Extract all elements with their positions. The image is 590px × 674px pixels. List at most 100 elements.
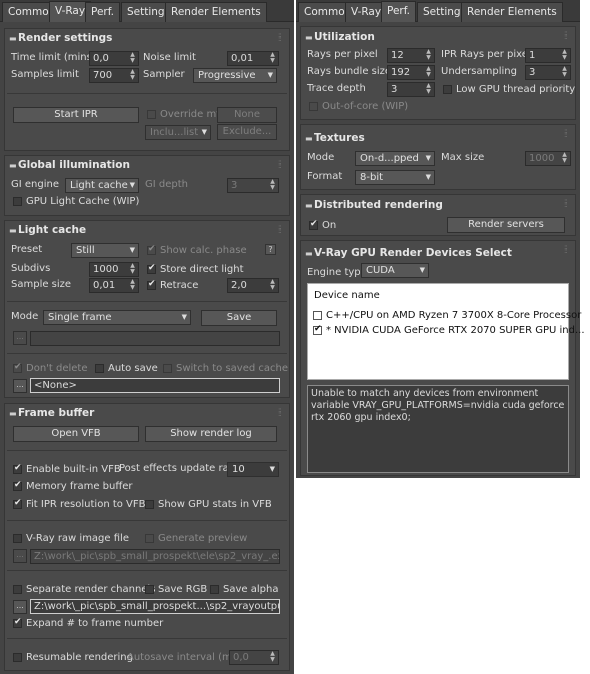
out-of-core-checkbox[interactable] <box>309 102 318 111</box>
collapse-arrow-icon: ▬ <box>9 34 17 43</box>
dont-delete-checkbox[interactable] <box>13 362 22 373</box>
samples-limit-spinner[interactable]: 700 ▲ ▼ <box>89 68 139 83</box>
spinner-arrows-icon[interactable]: ▲ ▼ <box>269 179 276 191</box>
switch-saved-checkbox[interactable] <box>163 364 172 373</box>
ipr-rays-spinner[interactable]: 1 ▲ ▼ <box>525 48 571 63</box>
device-gpu-label[interactable]: * NVIDIA CUDA GeForce RTX 2070 SUPER GPU… <box>326 325 585 336</box>
grip-icon[interactable]: :::: <box>278 159 284 170</box>
save-alpha-checkbox[interactable] <box>210 585 219 594</box>
max-size-spinner[interactable]: 1000 ▲ ▼ <box>525 151 571 166</box>
help-icon[interactable]: ? <box>265 244 276 255</box>
spinner-arrows-icon[interactable]: ▲ ▼ <box>561 49 568 61</box>
browse-button[interactable]: ... <box>13 379 27 393</box>
show-render-log-button[interactable]: Show render log <box>145 426 277 442</box>
resumable-checkbox[interactable] <box>13 653 22 662</box>
low-gpu-priority-checkbox[interactable] <box>443 85 452 94</box>
spinner-arrows-icon[interactable]: ▲ ▼ <box>129 263 136 275</box>
texture-mode-dropdown[interactable]: On-d...pped ▼ <box>355 151 435 166</box>
spinner-arrows-icon[interactable]: ▲ ▼ <box>561 66 568 78</box>
light-cache-header[interactable]: ▬Light cache <box>9 222 86 238</box>
post-effects-dropdown[interactable]: 10 ▼ <box>227 462 279 477</box>
mode-dropdown[interactable]: Single frame ▼ <box>43 310 191 325</box>
expand-frame-checkbox[interactable] <box>13 617 22 628</box>
engine-type-dropdown[interactable]: CUDA ▼ <box>361 263 429 278</box>
browse-button[interactable]: ... <box>13 331 27 345</box>
tab-perf[interactable]: Perf. <box>381 1 417 22</box>
undersampling-spinner[interactable]: 3 ▲ ▼ <box>525 65 571 80</box>
show-calc-checkbox[interactable] <box>147 244 156 255</box>
grip-icon[interactable]: :::: <box>278 32 284 43</box>
gi-header[interactable]: ▬Global illumination <box>9 157 130 173</box>
open-vfb-button[interactable]: Open VFB <box>13 426 139 442</box>
save-rgb-checkbox[interactable] <box>145 585 154 594</box>
format-dropdown[interactable]: 8-bit ▼ <box>355 170 435 185</box>
store-direct-checkbox[interactable] <box>147 263 156 274</box>
dr-on-checkbox[interactable] <box>309 219 318 230</box>
spinner-arrows-icon[interactable]: ▲ ▼ <box>129 279 136 291</box>
start-ipr-button[interactable]: Start IPR <box>13 107 139 123</box>
gi-depth-spinner[interactable]: 3 ▲ ▼ <box>227 178 279 193</box>
spinner-arrows-icon[interactable]: ▲ ▼ <box>129 52 136 64</box>
grip-icon[interactable]: :::: <box>278 407 284 418</box>
sampler-dropdown[interactable]: Progressive ▼ <box>193 68 277 83</box>
enable-vfb-checkbox[interactable] <box>13 463 22 474</box>
grip-icon[interactable]: :::: <box>564 30 570 41</box>
time-limit-spinner[interactable]: 0,0 ▲ ▼ <box>89 51 139 66</box>
distributed-header[interactable]: ▬Distributed rendering <box>305 197 443 213</box>
separate-channels-checkbox[interactable] <box>13 585 22 594</box>
retrace-spinner[interactable]: 2,0 ▲ ▼ <box>227 278 279 293</box>
sample-size-spinner[interactable]: 0,01 ▲ ▼ <box>89 278 139 293</box>
device-checkbox[interactable] <box>313 311 322 320</box>
override-mtl-checkbox[interactable] <box>147 110 156 119</box>
include-list-dropdown[interactable]: Inclu...list ▼ <box>145 125 211 140</box>
grip-icon[interactable]: :::: <box>564 198 570 209</box>
light-cache-file-field[interactable]: <None> <box>30 378 280 393</box>
bundle-size-spinner[interactable]: 192 ▲ ▼ <box>387 65 435 80</box>
spinner-arrows-icon[interactable]: ▲ ▼ <box>269 52 276 64</box>
utilization-header[interactable]: ▬Utilization <box>305 29 375 45</box>
noise-limit-spinner[interactable]: 0,01 ▲ ▼ <box>227 51 279 66</box>
tab-render-elements[interactable]: Render Elements <box>165 2 267 22</box>
rays-per-pixel-spinner[interactable]: 12 ▲ ▼ <box>387 48 435 63</box>
browse-button[interactable]: ... <box>13 549 27 563</box>
tab-perf[interactable]: Perf. <box>85 2 121 22</box>
raw-image-path-field[interactable]: Z:\work\_pic\spb_small_prospekt\ele\sp2_… <box>30 549 280 564</box>
fit-ipr-checkbox[interactable] <box>13 498 22 509</box>
render-settings-header[interactable]: ▬Render settings <box>9 30 112 46</box>
auto-save-checkbox[interactable] <box>95 364 104 373</box>
autosave-interval-spinner[interactable]: 0,0 ▲ ▼ <box>229 650 279 665</box>
tab-render-elements[interactable]: Render Elements <box>461 2 563 22</box>
spinner-arrows-icon[interactable]: ▲ ▼ <box>425 49 432 61</box>
gi-engine-dropdown[interactable]: Light cache ▼ <box>65 178 139 193</box>
override-mtl-button[interactable]: None <box>217 107 277 123</box>
retrace-checkbox[interactable] <box>147 279 156 290</box>
gpu-devices-header[interactable]: ▬V-Ray GPU Render Devices Select <box>305 245 512 261</box>
spinner-arrows-icon[interactable]: ▲ ▼ <box>425 66 432 78</box>
spinner-arrows-icon[interactable]: ▲ ▼ <box>269 651 276 663</box>
browse-button[interactable]: ... <box>13 600 27 614</box>
save-button[interactable]: Save <box>201 310 277 326</box>
spinner-arrows-icon[interactable]: ▲ ▼ <box>425 83 432 95</box>
render-servers-button[interactable]: Render servers <box>447 217 565 233</box>
exclude-button[interactable]: Exclude... <box>217 124 277 140</box>
subdivs-spinner[interactable]: 1000 ▲ ▼ <box>89 262 139 277</box>
light-cache-path-field[interactable] <box>30 331 280 346</box>
preset-dropdown[interactable]: Still ▼ <box>71 243 139 258</box>
trace-depth-spinner[interactable]: 3 ▲ ▼ <box>387 82 435 97</box>
grip-icon[interactable]: :::: <box>564 128 570 139</box>
device-checkbox[interactable] <box>313 324 322 335</box>
grip-icon[interactable]: :::: <box>564 244 570 255</box>
memory-fb-checkbox[interactable] <box>13 480 22 491</box>
device-cpu-label[interactable]: C++/CPU on AMD Ryzen 7 3700X 8-Core Proc… <box>326 310 581 321</box>
spinner-arrows-icon[interactable]: ▲ ▼ <box>561 152 568 164</box>
textures-header[interactable]: ▬Textures <box>305 130 365 146</box>
separate-path-field[interactable]: Z:\work\_pic\spb_small_prospekt...\sp2_v… <box>30 599 280 614</box>
gen-preview-checkbox[interactable] <box>145 534 154 543</box>
gpu-light-cache-checkbox[interactable] <box>13 197 22 206</box>
gpu-stats-checkbox[interactable] <box>145 500 154 509</box>
frame-buffer-header[interactable]: ▬Frame buffer <box>9 405 94 421</box>
grip-icon[interactable]: :::: <box>278 224 284 235</box>
spinner-arrows-icon[interactable]: ▲ ▼ <box>269 279 276 291</box>
spinner-arrows-icon[interactable]: ▲ ▼ <box>129 69 136 81</box>
raw-image-checkbox[interactable] <box>13 534 22 543</box>
